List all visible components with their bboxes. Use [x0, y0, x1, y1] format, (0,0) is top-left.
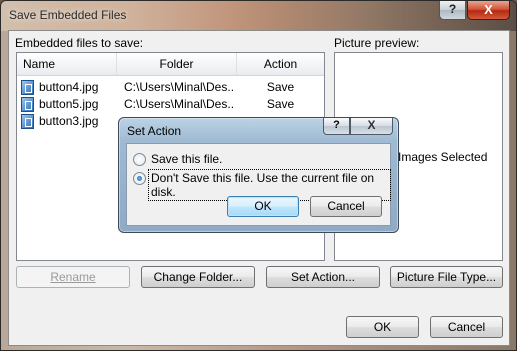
preview-status-text: Images Selected — [398, 150, 488, 164]
close-button[interactable]: X — [467, 1, 510, 20]
picture-preview-label: Picture preview: — [334, 36, 420, 50]
table-row[interactable]: button4.jpg C:\Users\Minal\Des... Save — [17, 79, 324, 96]
window-title: Save Embedded Files — [9, 8, 127, 22]
ok-button[interactable]: OK — [346, 316, 419, 338]
file-image-icon — [21, 114, 34, 129]
dont-save-file-radio[interactable] — [133, 172, 146, 185]
rename-button[interactable]: Rename — [16, 266, 130, 288]
set-action-ok-button[interactable]: OK — [227, 196, 299, 217]
column-header-folder[interactable]: Folder — [117, 53, 237, 75]
change-folder-button[interactable]: Change Folder... — [141, 266, 255, 288]
picture-file-type-button[interactable]: Picture File Type... — [390, 266, 503, 288]
set-action-title: Set Action — [127, 124, 182, 138]
table-row[interactable]: button5.jpg C:\Users\Minal\Des... Save — [17, 96, 324, 113]
file-image-icon — [21, 80, 34, 95]
embedded-files-label: Embedded files to save: — [15, 36, 144, 50]
column-header-name[interactable]: Name — [17, 53, 117, 75]
row-action: Save — [266, 97, 295, 111]
set-action-dialog: Set Action ? X Save this file. Don't Sav… — [118, 117, 399, 233]
save-file-option-label[interactable]: Save this file. — [151, 152, 222, 166]
save-file-radio[interactable] — [133, 153, 146, 166]
cancel-button[interactable]: Cancel — [430, 316, 503, 338]
column-header-action[interactable]: Action — [237, 53, 324, 75]
file-image-icon — [21, 97, 34, 112]
rename-button-label: Rename — [50, 270, 96, 284]
list-header: Name Folder Action — [17, 53, 324, 76]
help-button[interactable]: ? — [439, 1, 466, 20]
row-name: button5.jpg — [39, 97, 99, 111]
set-action-help-button[interactable]: ? — [323, 118, 350, 135]
row-name: button4.jpg — [39, 80, 99, 94]
set-action-close-button[interactable]: X — [350, 118, 393, 135]
set-action-cancel-button[interactable]: Cancel — [310, 196, 382, 217]
row-folder: C:\Users\Minal\Des... — [124, 97, 234, 111]
set-action-client: Save this file. Don't Save this file. Us… — [126, 143, 391, 226]
set-action-button[interactable]: Set Action... — [266, 266, 380, 288]
row-folder: C:\Users\Minal\Des... — [124, 80, 234, 94]
row-name: button3.jpg — [39, 114, 99, 128]
row-action: Save — [266, 80, 295, 94]
